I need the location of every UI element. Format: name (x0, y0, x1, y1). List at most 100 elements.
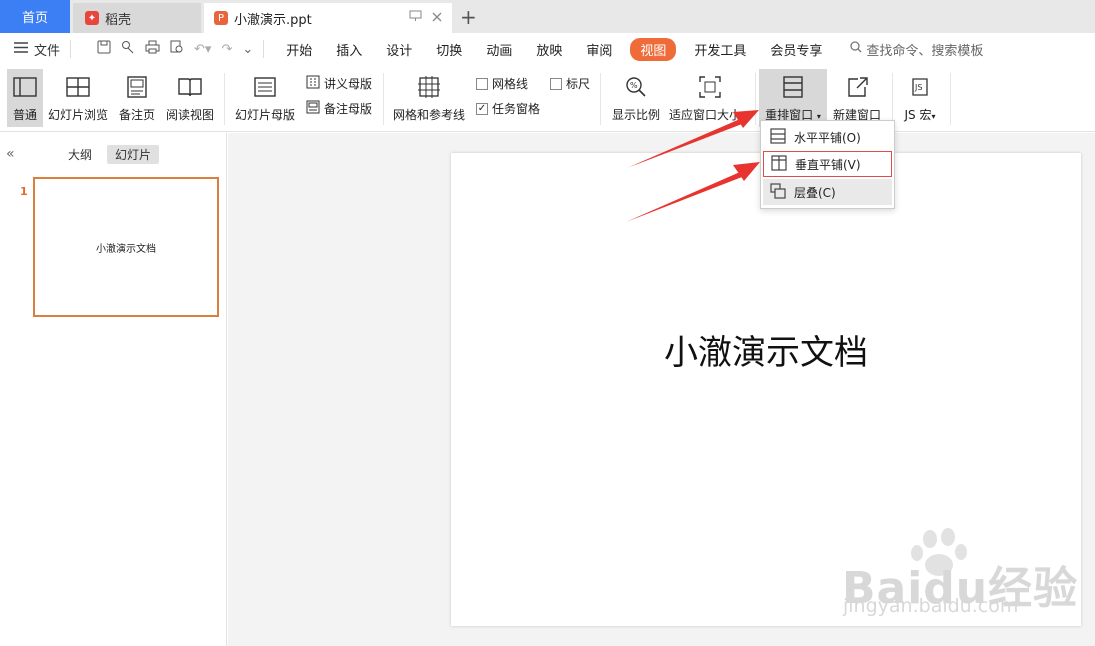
task-pane-checkbox[interactable]: ✓ 任务窗格 (476, 100, 540, 117)
slide-master-button[interactable]: 幻灯片母版 (233, 69, 297, 127)
tab-daoke-label: 稻壳 (105, 12, 132, 28)
js-macro-button[interactable]: JS JS 宏▾ (898, 69, 942, 127)
ruler-checkbox[interactable]: 标尺 (550, 75, 590, 92)
slide-number: 1 (20, 185, 28, 198)
slide-sorter-label: 幻灯片浏览 (47, 108, 108, 122)
separator (600, 73, 601, 125)
slide-sorter-icon (64, 73, 92, 101)
quick-access-toolbar: ↶▾ ↷ ⌄ (97, 40, 253, 58)
zoom-label: 显示比例 (611, 108, 660, 122)
file-menu-label: 文件 (34, 43, 61, 59)
handout-master-label: 讲义母版 (324, 77, 373, 91)
tile-vertical-label: 垂直平铺(V) (795, 157, 861, 172)
handout-master-icon (306, 75, 320, 92)
task-pane-checkbox-box[interactable]: ✓ (476, 102, 488, 115)
slide-master-icon (251, 73, 279, 101)
watermark-subtext: jingyan.baidu.com (843, 595, 1019, 617)
task-pane-label: 任务窗格 (492, 102, 541, 116)
menu-animations[interactable]: 动画 (474, 40, 524, 59)
tile-vertical-item[interactable]: 垂直平铺(V) (763, 151, 892, 177)
collapse-panel-icon[interactable]: « (6, 146, 15, 162)
grid-guides-label: 网格和参考线 (392, 108, 465, 122)
menu-review[interactable]: 审阅 (574, 40, 624, 59)
grid-icon (415, 73, 443, 101)
slides-panel: « 大纲 幻灯片 1 小澈演示文档 (0, 133, 227, 646)
command-search-label: 查找命令、搜索模板 (866, 43, 984, 59)
file-menu[interactable]: 文件 (14, 40, 60, 59)
fit-window-label: 适应窗口大小 (669, 108, 742, 122)
grid-guides-button[interactable]: 网格和参考线 (391, 69, 467, 127)
arrange-windows-dropdown: 水平平铺(O) 垂直平铺(V) 层叠(C) (760, 120, 895, 209)
menu-start[interactable]: 开始 (274, 40, 324, 59)
format-painter-icon[interactable] (121, 40, 135, 58)
handout-master-button[interactable]: 讲义母版 (306, 75, 372, 92)
new-tab-plus-icon[interactable]: + (460, 3, 477, 31)
hamburger-icon (14, 41, 28, 57)
tab-document[interactable]: P 小澈演示.ppt (204, 3, 452, 33)
notes-page-label: 备注页 (118, 108, 155, 122)
cascade-label: 层叠(C) (794, 185, 836, 200)
slide-title[interactable]: 小澈演示文档 (664, 325, 868, 374)
tab-slides[interactable]: 幻灯片 (107, 145, 160, 164)
monitor-icon[interactable] (409, 10, 422, 26)
fit-window-icon (696, 73, 724, 101)
gridlines-checkbox-box[interactable] (476, 77, 488, 90)
thumbnail-title: 小澈演示文档 (96, 243, 156, 255)
menu-view[interactable]: 视图 (630, 37, 677, 61)
tile-horizontal-label: 水平平铺(O) (794, 130, 861, 145)
cascade-item[interactable]: 层叠(C) (763, 179, 892, 205)
view-ribbon: 普通 幻灯片浏览 备注页 阅读视图 幻灯片母版 讲义母版 备注母版 网格和参考线… (0, 65, 1095, 132)
ruler-checkbox-box[interactable] (550, 77, 562, 90)
tab-home[interactable]: 首页 (0, 0, 70, 33)
menu-insert[interactable]: 插入 (324, 40, 374, 59)
gridlines-checkbox[interactable]: 网格线 (476, 75, 528, 92)
daoke-logo-icon: ✦ (85, 11, 99, 25)
separator (224, 73, 225, 125)
fit-window-button[interactable]: 适应窗口大小 (669, 69, 751, 127)
command-search[interactable]: 查找命令、搜索模板 (850, 40, 983, 59)
separator (70, 40, 72, 58)
svg-text:%: % (630, 81, 638, 90)
reading-view-button[interactable]: 阅读视图 (164, 69, 216, 127)
notes-master-label: 备注母版 (324, 102, 373, 116)
separator (383, 73, 384, 125)
menu-developer[interactable]: 开发工具 (682, 40, 758, 59)
tab-document-label: 小澈演示.ppt (234, 12, 312, 28)
normal-view-button[interactable]: 普通 (7, 69, 43, 127)
zoom-button[interactable]: % 显示比例 (609, 69, 663, 127)
zoom-percent-icon: % (622, 73, 650, 101)
customize-toolbar-icon[interactable]: ⌄ (242, 42, 253, 57)
slide-thumbnail[interactable]: 小澈演示文档 (33, 177, 219, 317)
notes-page-button[interactable]: 备注页 (117, 69, 157, 127)
save-icon[interactable] (97, 40, 111, 58)
tile-horizontal-item[interactable]: 水平平铺(O) (763, 124, 892, 150)
tab-daoke[interactable]: ✦ 稻壳 (73, 3, 201, 33)
redo-icon[interactable]: ↷ (221, 42, 232, 57)
search-icon (850, 41, 862, 57)
undo-icon[interactable]: ↶▾ (194, 42, 211, 57)
normal-view-icon (11, 73, 39, 101)
arrange-windows-button[interactable]: 重排窗口 ▾ (759, 69, 827, 127)
tab-bar: 首页 ✦ 稻壳 P 小澈演示.ppt + (0, 0, 1095, 33)
tab-outline[interactable]: 大纲 (60, 145, 100, 164)
notes-master-button[interactable]: 备注母版 (306, 100, 372, 117)
print-preview-icon[interactable] (170, 40, 184, 58)
notes-page-icon (123, 73, 151, 101)
menu-design[interactable]: 设计 (374, 40, 424, 59)
js-macro-label: JS 宏▾ (905, 106, 936, 123)
new-window-icon (843, 73, 871, 101)
svg-text:JS: JS (914, 83, 922, 92)
js-scroll-icon: JS (906, 73, 934, 101)
ppt-file-icon: P (214, 11, 228, 25)
menu-slideshow[interactable]: 放映 (524, 40, 574, 59)
js-macro-text: JS 宏 (904, 108, 932, 122)
tile-horizontal-icon (770, 127, 786, 147)
new-window-button[interactable]: 新建窗口 (830, 69, 884, 127)
print-icon[interactable] (145, 40, 160, 58)
menu-membership[interactable]: 会员专享 (758, 40, 834, 59)
close-tab-icon[interactable] (432, 11, 442, 26)
separator (755, 73, 756, 125)
menu-transitions[interactable]: 切换 (424, 40, 474, 59)
chevron-down-icon: ▾ (931, 112, 936, 121)
slide-sorter-button[interactable]: 幻灯片浏览 (47, 69, 109, 127)
